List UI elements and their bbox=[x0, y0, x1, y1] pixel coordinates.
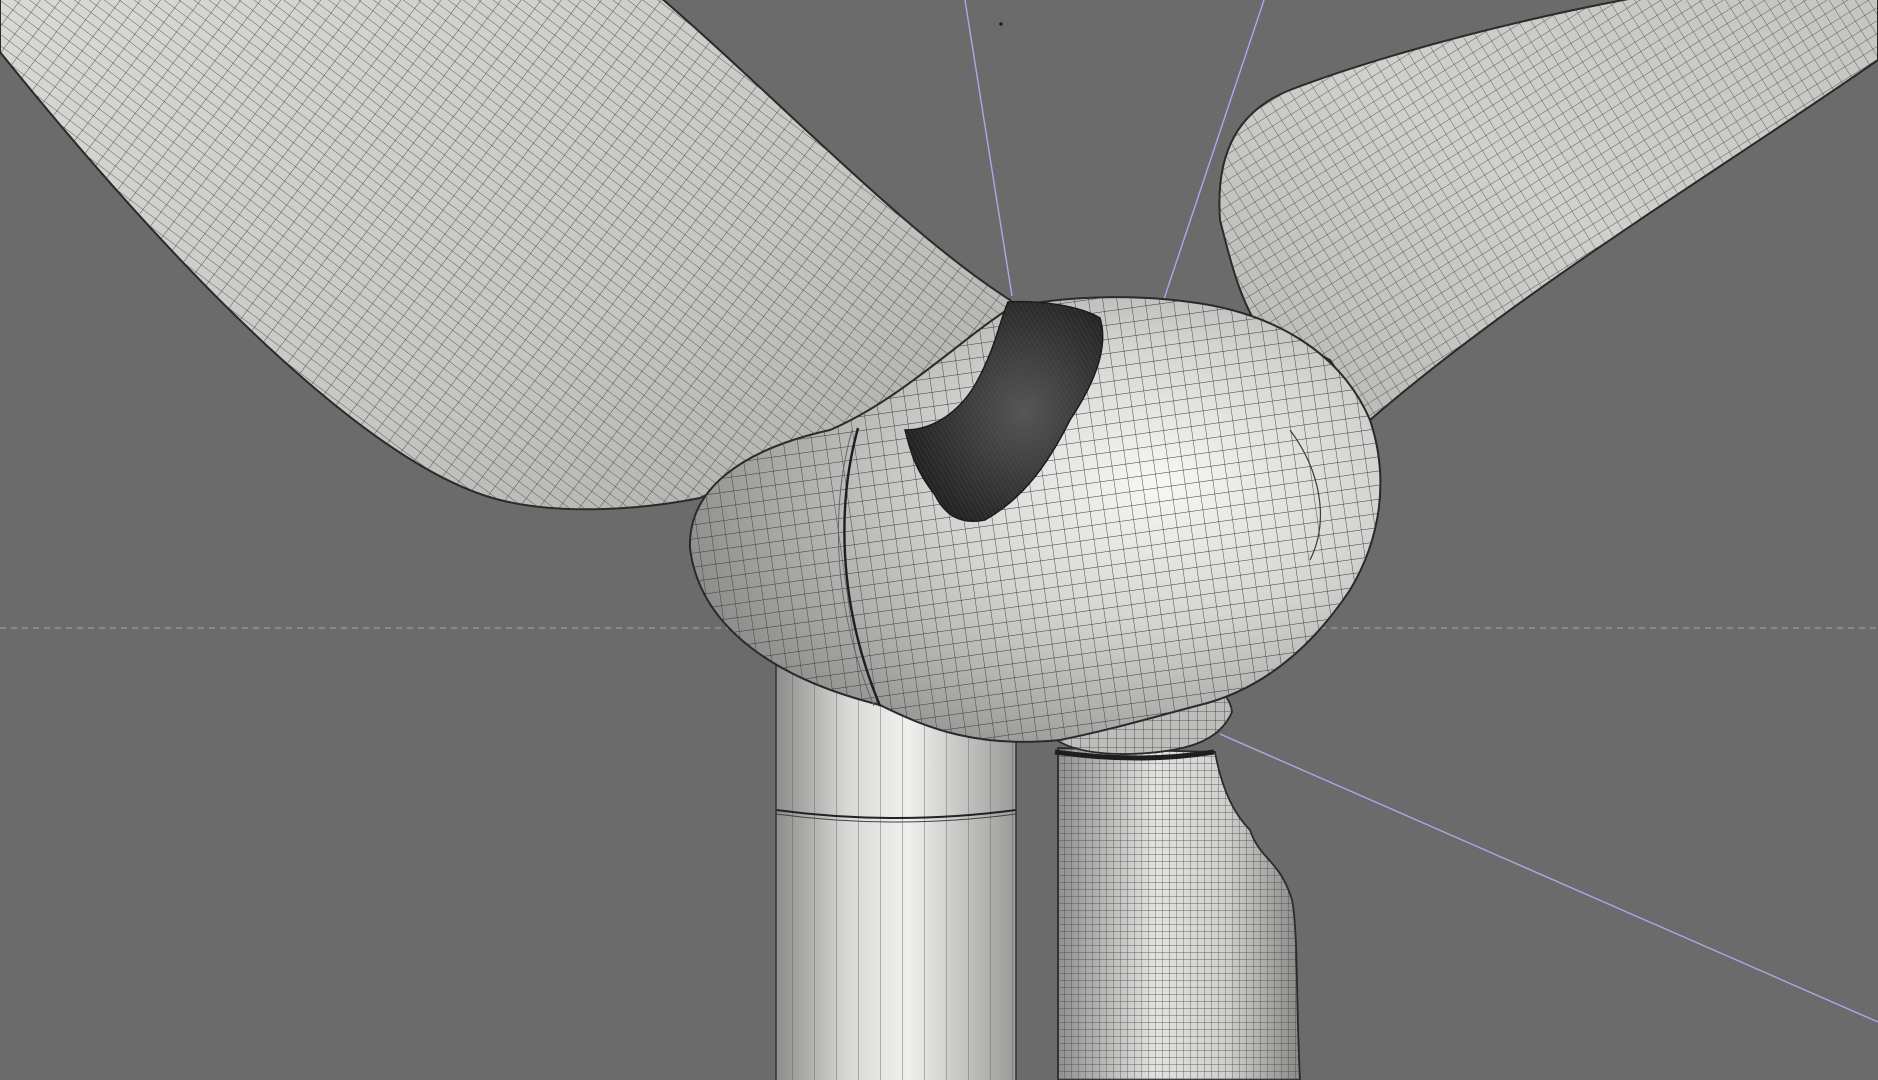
pivot-marker bbox=[999, 22, 1003, 26]
scene-canvas[interactable] bbox=[0, 0, 1878, 1080]
3d-viewport[interactable] bbox=[0, 0, 1878, 1080]
